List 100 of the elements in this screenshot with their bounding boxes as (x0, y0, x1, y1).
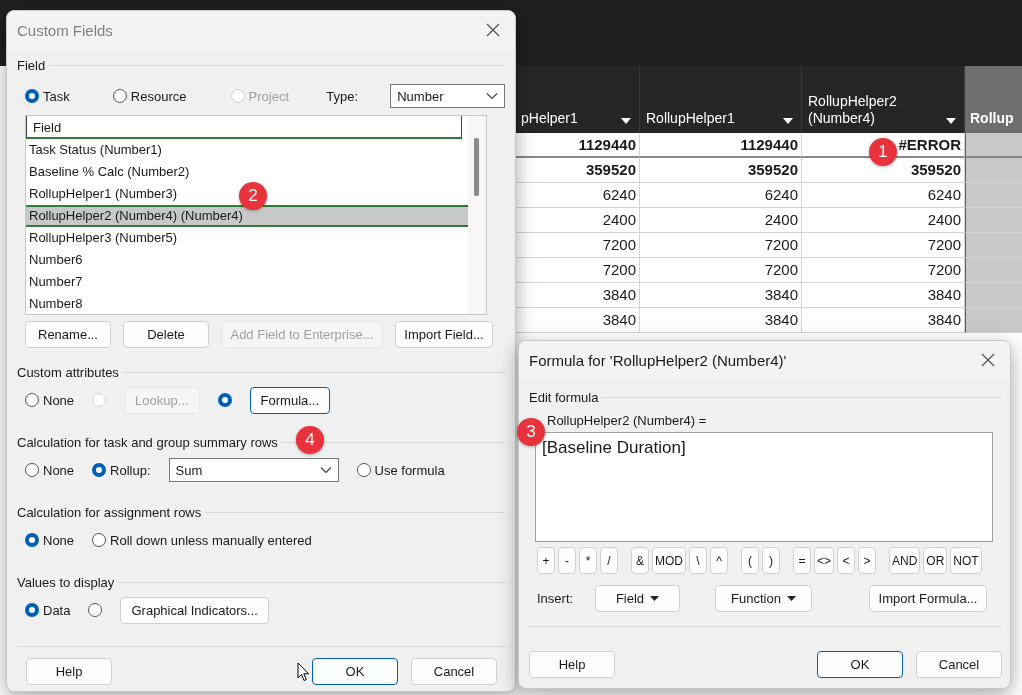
radio-label: Use formula (374, 462, 445, 478)
numbered-marker: 1 (869, 138, 897, 166)
operator-button[interactable]: MOD (652, 547, 686, 574)
list-item[interactable]: Baseline % Calc (Number2) (26, 161, 190, 183)
radio-button[interactable] (25, 603, 39, 617)
group-label: Edit formula (529, 389, 599, 405)
operator-button[interactable]: * (579, 547, 597, 574)
close-icon[interactable] (980, 352, 996, 368)
dialog-button[interactable]: Cancel (916, 651, 1002, 678)
list-item[interactable]: RollupHelper1 (Number3) (26, 183, 178, 205)
radio-label: Roll down unless manually entered (110, 532, 312, 548)
rollup-dropdown[interactable]: Sum (168, 458, 339, 482)
formula-field[interactable]: [Baseline Duration] (535, 432, 993, 542)
table-cell: 7200 (640, 233, 802, 258)
radio-label: None (43, 532, 75, 548)
operator-button[interactable]: NOT (950, 547, 982, 574)
dialog-button[interactable]: OK (312, 658, 398, 685)
group-label: Field (17, 57, 46, 73)
type-dropdown[interactable]: Number (390, 84, 505, 108)
dialog-button[interactable]: Help (529, 651, 615, 678)
radio-button[interactable] (25, 463, 39, 477)
radio-button[interactable] (112, 89, 127, 103)
list-item[interactable]: Number6 (26, 249, 83, 271)
chevron-down-icon (486, 92, 498, 100)
radio-label: Project (248, 88, 290, 104)
list-item[interactable]: RollupHelper3 (Number5) (26, 227, 178, 249)
list-item[interactable]: Number7 (26, 271, 83, 293)
operator-button[interactable]: < (837, 547, 855, 574)
table-cell: 3840 (640, 308, 802, 333)
operator-button[interactable]: OR (923, 547, 948, 574)
dialog-button[interactable]: Function (715, 585, 812, 612)
table-cell: 359520 (640, 158, 802, 183)
radio-button[interactable] (92, 533, 107, 547)
operator-button[interactable]: ^ (710, 547, 728, 574)
group-label: Calculation for task and group summary rows (17, 434, 278, 450)
column-title: RollupHelper1 (646, 110, 735, 127)
dialog-button[interactable]: Field (595, 585, 680, 612)
caret-icon (650, 596, 660, 601)
mouse-cursor-icon (297, 662, 310, 682)
formula-label: RollupHelper2 (Number4) = (547, 413, 708, 429)
radio-button[interactable] (25, 393, 39, 407)
radio-label: Data (43, 602, 71, 618)
operator-button[interactable]: <> (814, 547, 834, 574)
caret-icon[interactable] (621, 118, 631, 124)
column-title: Rollup (970, 110, 1014, 127)
radio-button[interactable] (88, 603, 103, 617)
window-title: Custom Fields (17, 21, 113, 39)
caret-icon[interactable] (783, 118, 793, 124)
dialog-button[interactable]: Import Formula... (869, 585, 987, 612)
operator-button[interactable]: AND (889, 547, 921, 574)
radio-label: Task (43, 88, 70, 104)
operator-button[interactable]: > (858, 547, 876, 574)
column-header[interactable]: pHelper1 (515, 66, 640, 133)
radio-button[interactable] (25, 533, 39, 547)
operator-button[interactable]: + (537, 547, 555, 574)
dialog-button[interactable]: Help (26, 658, 112, 685)
radio-label: Rollup: (110, 462, 151, 478)
operator-button[interactable]: / (600, 547, 618, 574)
column-header[interactable]: RollupHelper2 (Number4) (802, 66, 965, 133)
radio-button[interactable] (25, 89, 39, 103)
operator-button[interactable]: \ (689, 547, 707, 574)
table-cell: 6240 (640, 183, 802, 208)
radio-label: Resource (130, 88, 187, 104)
close-icon[interactable] (485, 22, 501, 38)
caret-icon (786, 596, 796, 601)
type-label: Type: (326, 88, 360, 104)
column-header[interactable]: Rollup (965, 66, 1022, 133)
dialog-button[interactable]: Graphical Indicators... (120, 596, 269, 624)
operator-button[interactable]: & (631, 547, 649, 574)
dialog-button[interactable]: Cancel (411, 658, 497, 685)
column-title: pHelper1 (521, 110, 578, 127)
caret-icon[interactable] (946, 118, 956, 124)
chevron-down-icon (319, 466, 332, 474)
radio-label: None (43, 392, 75, 408)
group-label: Values to display (17, 574, 115, 590)
operator-button[interactable]: - (558, 547, 576, 574)
operator-button[interactable]: = (793, 547, 811, 574)
list-item[interactable]: Number8 (26, 293, 83, 314)
table-cell: 7200 (640, 258, 802, 283)
operator-button[interactable]: ) (762, 547, 780, 574)
dialog-button[interactable]: Delete (123, 321, 209, 348)
dialog-button[interactable]: OK (817, 651, 903, 678)
dialog-button[interactable]: Import Field... (395, 321, 493, 348)
dialog-button[interactable]: Formula... (249, 386, 331, 414)
operator-button[interactable]: ( (741, 547, 759, 574)
table-cell: 1129440 (640, 133, 802, 158)
radio-button[interactable] (356, 463, 371, 477)
column-title: RollupHelper2 (Number4) (808, 93, 898, 127)
group-label: Calculation for assignment rows (17, 504, 202, 520)
table-cell: 3840 (640, 283, 802, 308)
column-header[interactable]: RollupHelper1 (640, 66, 802, 133)
radio-button[interactable] (217, 393, 232, 407)
list-item[interactable]: RollupHelper2 (Number4) (Number4) (26, 205, 468, 227)
radio-button[interactable] (92, 463, 107, 477)
dialog-button[interactable]: Rename... (25, 321, 111, 348)
table-cell: 2400 (640, 208, 802, 233)
window-title: Formula for 'RollupHelper2 (Number4)' (529, 351, 787, 369)
group-label: Custom attributes (17, 364, 119, 380)
list-item[interactable]: Task Status (Number1) (26, 139, 162, 161)
scrollbar[interactable] (468, 116, 486, 314)
